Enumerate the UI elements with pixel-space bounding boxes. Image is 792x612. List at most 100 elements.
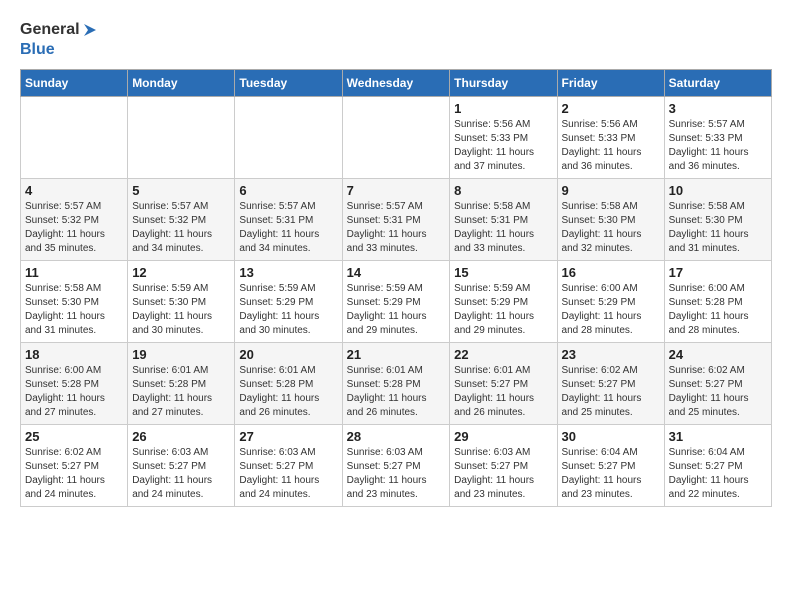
day-info: Sunrise: 6:00 AM Sunset: 5:28 PM Dayligh… [669,282,767,338]
day-info: Sunrise: 5:57 AM Sunset: 5:31 PM Dayligh… [347,200,446,256]
day-info: Sunrise: 5:57 AM Sunset: 5:31 PM Dayligh… [239,200,337,256]
calendar-week-4: 18 Sunrise: 6:00 AM Sunset: 5:28 PM Dayli… [21,343,772,425]
day-info: Sunrise: 6:01 AM Sunset: 5:27 PM Dayligh… [454,364,552,420]
day-info: Sunrise: 5:56 AM Sunset: 5:33 PM Dayligh… [454,118,552,174]
calendar-cell-23: 23 Sunrise: 6:02 AM Sunset: 5:27 PM Dayli… [557,343,664,425]
day-info: Sunrise: 6:00 AM Sunset: 5:29 PM Dayligh… [562,282,660,338]
calendar-cell-28: 28 Sunrise: 6:03 AM Sunset: 5:27 PM Dayli… [342,425,450,507]
calendar-cell-16: 16 Sunrise: 6:00 AM Sunset: 5:29 PM Dayli… [557,261,664,343]
day-number: 28 [347,429,446,444]
day-info: Sunrise: 6:02 AM Sunset: 5:27 PM Dayligh… [562,364,660,420]
day-info: Sunrise: 5:58 AM Sunset: 5:30 PM Dayligh… [669,200,767,256]
day-info: Sunrise: 5:59 AM Sunset: 5:29 PM Dayligh… [454,282,552,338]
calendar-cell-empty-1 [128,97,235,179]
day-info: Sunrise: 5:59 AM Sunset: 5:29 PM Dayligh… [239,282,337,338]
calendar-header-wednesday: Wednesday [342,70,450,97]
day-info: Sunrise: 5:59 AM Sunset: 5:30 PM Dayligh… [132,282,230,338]
calendar-cell-26: 26 Sunrise: 6:03 AM Sunset: 5:27 PM Dayli… [128,425,235,507]
calendar-cell-19: 19Sunrise: 6:01 AM Sunset: 5:28 PM Dayli… [128,343,235,425]
day-info: Sunrise: 6:03 AM Sunset: 5:27 PM Dayligh… [454,446,552,502]
calendar-cell-10: 10Sunrise: 5:58 AM Sunset: 5:30 PM Dayli… [664,179,771,261]
day-number: 18 [25,347,123,362]
header: General Blue [20,20,772,59]
day-number: 22 [454,347,552,362]
day-info: Sunrise: 6:00 AM Sunset: 5:28 PM Dayligh… [25,364,123,420]
day-number: 9 [562,183,660,198]
day-number: 29 [454,429,552,444]
day-number: 12 [132,265,230,280]
day-info: Sunrise: 6:03 AM Sunset: 5:27 PM Dayligh… [347,446,446,502]
calendar-cell-30: 30 Sunrise: 6:04 AM Sunset: 5:27 PM Dayli… [557,425,664,507]
calendar-table: SundayMondayTuesdayWednesdayThursdayFrid… [20,69,772,507]
logo-graphic: General Blue [20,20,100,59]
day-info: Sunrise: 5:58 AM Sunset: 5:31 PM Dayligh… [454,200,552,256]
calendar-header-monday: Monday [128,70,235,97]
day-number: 25 [25,429,123,444]
calendar-week-1: 1 Sunrise: 5:56 AM Sunset: 5:33 PM Daylig… [21,97,772,179]
day-info: Sunrise: 5:57 AM Sunset: 5:33 PM Dayligh… [669,118,767,174]
calendar-cell-2: 2Sunrise: 5:56 AM Sunset: 5:33 PM Daylig… [557,97,664,179]
calendar-cell-12: 12 Sunrise: 5:59 AM Sunset: 5:30 PM Dayli… [128,261,235,343]
calendar-cell-17: 17Sunrise: 6:00 AM Sunset: 5:28 PM Dayli… [664,261,771,343]
calendar-cell-13: 13 Sunrise: 5:59 AM Sunset: 5:29 PM Dayli… [235,261,342,343]
calendar-cell-27: 27 Sunrise: 6:03 AM Sunset: 5:27 PM Dayli… [235,425,342,507]
day-info: Sunrise: 6:01 AM Sunset: 5:28 PM Dayligh… [132,364,230,420]
day-info: Sunrise: 6:03 AM Sunset: 5:27 PM Dayligh… [239,446,337,502]
calendar-cell-21: 21Sunrise: 6:01 AM Sunset: 5:28 PM Dayli… [342,343,450,425]
day-number: 20 [239,347,337,362]
calendar-cell-1: 1 Sunrise: 5:56 AM Sunset: 5:33 PM Daylig… [450,97,557,179]
day-number: 11 [25,265,123,280]
calendar-header-friday: Friday [557,70,664,97]
day-info: Sunrise: 6:02 AM Sunset: 5:27 PM Dayligh… [669,364,767,420]
calendar-header-sunday: Sunday [21,70,128,97]
day-number: 23 [562,347,660,362]
calendar-cell-4: 4Sunrise: 5:57 AM Sunset: 5:32 PM Daylig… [21,179,128,261]
day-info: Sunrise: 6:02 AM Sunset: 5:27 PM Dayligh… [25,446,123,502]
day-number: 31 [669,429,767,444]
day-number: 30 [562,429,660,444]
calendar-cell-5: 5 Sunrise: 5:57 AM Sunset: 5:32 PM Daylig… [128,179,235,261]
calendar-header-saturday: Saturday [664,70,771,97]
day-info: Sunrise: 6:01 AM Sunset: 5:28 PM Dayligh… [239,364,337,420]
calendar-cell-15: 15 Sunrise: 5:59 AM Sunset: 5:29 PM Dayli… [450,261,557,343]
logo: General Blue [20,20,100,59]
calendar-cell-6: 6 Sunrise: 5:57 AM Sunset: 5:31 PM Daylig… [235,179,342,261]
day-info: Sunrise: 6:04 AM Sunset: 5:27 PM Dayligh… [562,446,660,502]
day-number: 15 [454,265,552,280]
day-info: Sunrise: 5:59 AM Sunset: 5:29 PM Dayligh… [347,282,446,338]
calendar-week-3: 11 Sunrise: 5:58 AM Sunset: 5:30 PM Dayli… [21,261,772,343]
day-number: 6 [239,183,337,198]
calendar-cell-31: 31Sunrise: 6:04 AM Sunset: 5:27 PM Dayli… [664,425,771,507]
calendar-cell-22: 22 Sunrise: 6:01 AM Sunset: 5:27 PM Dayli… [450,343,557,425]
day-number: 4 [25,183,123,198]
day-number: 26 [132,429,230,444]
calendar-header-thursday: Thursday [450,70,557,97]
calendar-cell-empty-2 [235,97,342,179]
day-info: Sunrise: 6:03 AM Sunset: 5:27 PM Dayligh… [132,446,230,502]
calendar-cell-25: 25 Sunrise: 6:02 AM Sunset: 5:27 PM Dayli… [21,425,128,507]
day-number: 14 [347,265,446,280]
day-info: Sunrise: 5:57 AM Sunset: 5:32 PM Dayligh… [132,200,230,256]
day-number: 5 [132,183,230,198]
calendar-cell-8: 8Sunrise: 5:58 AM Sunset: 5:31 PM Daylig… [450,179,557,261]
calendar-cell-empty-0 [21,97,128,179]
day-number: 1 [454,101,552,116]
day-number: 13 [239,265,337,280]
logo-arrow-icon [80,20,100,40]
calendar-cell-18: 18 Sunrise: 6:00 AM Sunset: 5:28 PM Dayli… [21,343,128,425]
day-number: 3 [669,101,767,116]
calendar-cell-7: 7 Sunrise: 5:57 AM Sunset: 5:31 PM Daylig… [342,179,450,261]
calendar-cell-29: 29 Sunrise: 6:03 AM Sunset: 5:27 PM Dayli… [450,425,557,507]
day-number: 7 [347,183,446,198]
day-number: 24 [669,347,767,362]
calendar-week-2: 4 Sunrise: 5:57 AM Sunset: 5:32 PM Daylig… [21,179,772,261]
calendar-cell-11: 11 Sunrise: 5:58 AM Sunset: 5:30 PM Dayli… [21,261,128,343]
day-info: Sunrise: 5:58 AM Sunset: 5:30 PM Dayligh… [562,200,660,256]
calendar-header-tuesday: Tuesday [235,70,342,97]
day-number: 27 [239,429,337,444]
day-info: Sunrise: 5:58 AM Sunset: 5:30 PM Dayligh… [25,282,123,338]
calendar-cell-24: 24 Sunrise: 6:02 AM Sunset: 5:27 PM Dayli… [664,343,771,425]
day-info: Sunrise: 5:56 AM Sunset: 5:33 PM Dayligh… [562,118,660,174]
logo-blue-text: Blue [20,40,100,59]
day-number: 16 [562,265,660,280]
